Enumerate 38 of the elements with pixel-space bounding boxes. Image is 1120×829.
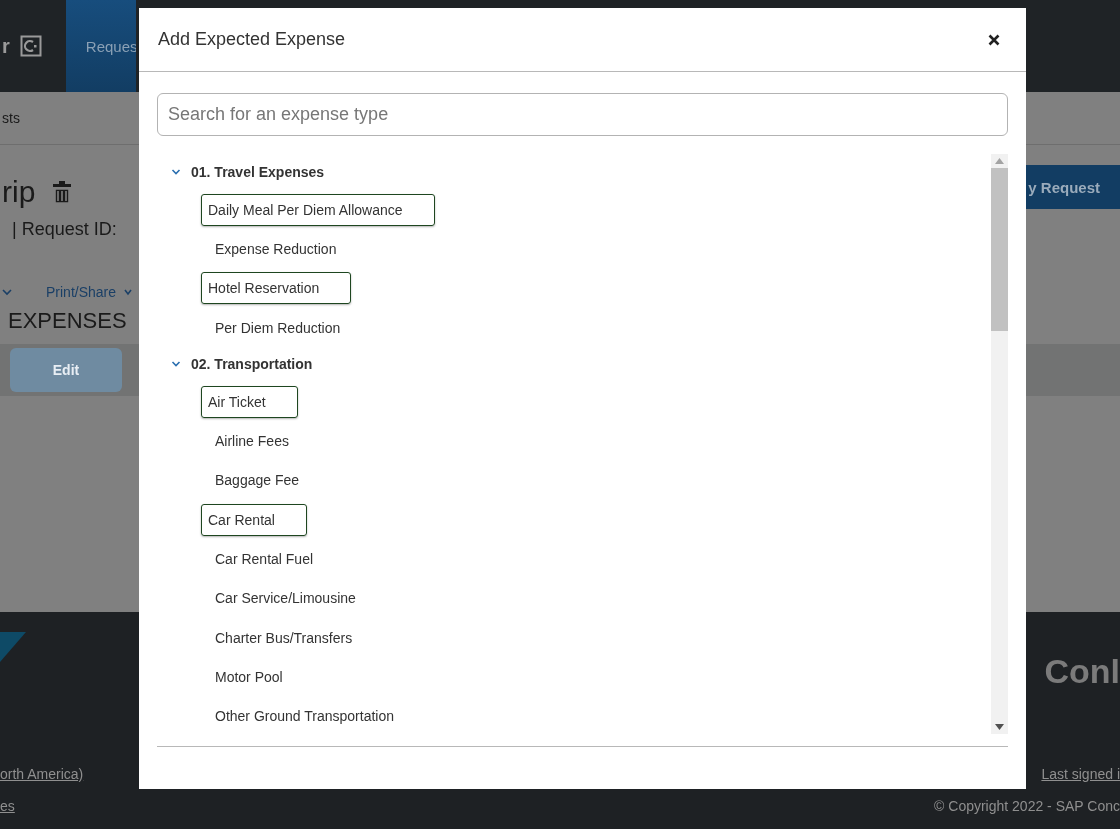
expense-type-item[interactable]: Car Rental Fuel — [207, 543, 322, 575]
footer-link[interactable]: es — [0, 798, 15, 814]
request-id-text: | Request ID: — [12, 219, 118, 240]
region-link[interactable]: orth America) — [0, 766, 84, 782]
expense-type-item[interactable]: Expense Reduction — [207, 232, 345, 265]
logo-text: r — [2, 34, 10, 58]
section-heading: EXPENSES — [8, 308, 128, 334]
expense-type-item[interactable]: Per Diem Reduction — [207, 311, 349, 344]
expense-type-item[interactable]: Car Rental — [201, 503, 307, 536]
expense-type-item[interactable]: Airline Fees — [207, 425, 297, 458]
last-signed-in-link[interactable]: Last signed i — [1041, 766, 1120, 782]
triangle-icon — [0, 632, 26, 662]
group-label[interactable]: 02. Transportation — [191, 356, 313, 373]
chevron-down-icon[interactable] — [171, 168, 181, 176]
expense-type-item[interactable]: Car Service/Limousine — [207, 582, 364, 615]
expense-type-item[interactable]: Motor Pool — [207, 660, 291, 693]
expense-type-item[interactable]: Other Ground Transportation — [207, 700, 402, 733]
expense-type-item[interactable]: Hotel Reservation — [201, 272, 352, 305]
search-field[interactable]: Search for an expense type — [157, 93, 1008, 136]
scrollbar-thumb[interactable] — [991, 168, 1008, 331]
scroll-down-icon[interactable] — [995, 724, 1004, 730]
chevron-down-icon[interactable] — [2, 288, 12, 296]
chevron-down-icon[interactable] — [124, 288, 133, 296]
trash-icon[interactable] — [53, 181, 72, 203]
expense-type-item[interactable]: Charter Bus/Transfers — [207, 621, 361, 654]
group-label[interactable]: 01. Travel Expenses — [191, 164, 325, 180]
dialog-title: Add Expected Expense — [158, 29, 346, 50]
close-icon[interactable] — [988, 33, 1000, 46]
expense-type-item[interactable]: Air Ticket — [201, 385, 298, 418]
brand-text: Conl — [1044, 652, 1120, 691]
expense-type-item[interactable]: Baggage Fee — [207, 464, 308, 497]
expense-type-item[interactable]: Daily Meal Per Diem Allowance — [201, 193, 435, 226]
chevron-down-icon[interactable] — [171, 360, 181, 369]
page-title: rip — [2, 175, 36, 209]
logo-icon — [19, 35, 42, 57]
scrollbar[interactable] — [991, 154, 1008, 734]
breadcrumb-link[interactable]: sts — [2, 110, 20, 126]
copyright-text: © Copyright 2022 - SAP Conc — [934, 798, 1120, 814]
